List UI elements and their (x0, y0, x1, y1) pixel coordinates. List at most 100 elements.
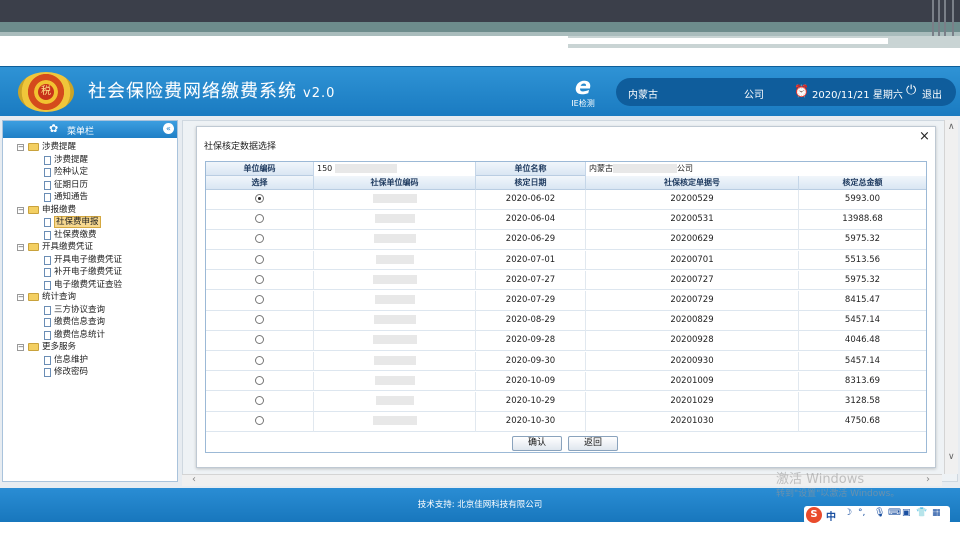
row-radio[interactable] (255, 274, 264, 284)
unit-code-cell (314, 250, 476, 271)
doc-no-cell: 20200727 (586, 270, 799, 291)
select-cell[interactable] (206, 412, 314, 432)
confirm-button[interactable]: 确认 (512, 436, 562, 451)
back-button[interactable]: 返回 (568, 436, 618, 451)
date-cell: 2020-09-28 (476, 331, 586, 352)
table-row[interactable]: 2020-09-30 20200930 5457.14 (206, 351, 926, 372)
unit-code-cell (314, 291, 476, 311)
expand-toggle-icon[interactable]: − (17, 244, 24, 251)
unit-code-cell (314, 331, 476, 352)
menu-item[interactable]: 社保费缴费 (3, 229, 177, 242)
menu-item[interactable]: 修改密码 (3, 366, 177, 379)
row-radio[interactable] (255, 194, 264, 203)
skin-icon[interactable]: 👕 (916, 508, 927, 518)
toolbox-icon[interactable]: ▣ (902, 508, 911, 518)
select-cell[interactable] (206, 250, 314, 271)
select-cell[interactable] (206, 190, 314, 210)
menu-group[interactable]: − 更多服务 (3, 341, 177, 354)
windows-activation-title: 激活 Windows (776, 472, 865, 487)
select-cell[interactable] (206, 230, 314, 251)
select-cell[interactable] (206, 392, 314, 412)
row-radio[interactable] (255, 254, 264, 264)
select-cell[interactable] (206, 291, 314, 311)
table-row[interactable]: 2020-06-02 20200529 5993.00 (206, 190, 926, 210)
grid-icon[interactable]: ▦ (932, 508, 941, 518)
table-row[interactable]: 2020-10-09 20201009 8313.69 (206, 371, 926, 392)
select-cell[interactable] (206, 351, 314, 372)
menu-item[interactable]: 开具电子缴费凭证 (3, 254, 177, 267)
menu-group[interactable]: − 申报缴费 (3, 204, 177, 217)
keyboard-icon[interactable]: ⌨ (888, 508, 901, 518)
microphone-icon[interactable]: 🎙 (874, 508, 885, 518)
scroll-right-icon[interactable]: › (926, 474, 930, 485)
ime-lang[interactable]: 中 (826, 508, 836, 523)
logout-link[interactable]: 退出 (922, 86, 942, 101)
menu-item[interactable]: 涉费提醒 (3, 154, 177, 167)
table-row[interactable]: 2020-10-30 20201030 4750.68 (206, 412, 926, 432)
table-row[interactable]: 2020-07-27 20200727 5975.32 (206, 270, 926, 291)
row-radio[interactable] (255, 214, 264, 224)
select-cell[interactable] (206, 331, 314, 352)
expand-toggle-icon[interactable]: − (17, 294, 24, 301)
menu-label: 缴费信息查询 (54, 317, 106, 327)
amount-cell: 5457.14 (844, 315, 881, 326)
menu-item[interactable]: 通知通告 (3, 191, 177, 204)
table-row[interactable]: 2020-10-29 20201029 3128.58 (206, 392, 926, 412)
menu-item[interactable]: 信息维护 (3, 354, 177, 367)
date-cell: 2020-07-01 (476, 250, 586, 271)
menu-item[interactable]: 征期日历 (3, 179, 177, 192)
select-cell[interactable] (206, 270, 314, 291)
punctuation-icon[interactable]: °, (858, 508, 865, 518)
expand-toggle-icon[interactable]: − (17, 144, 24, 151)
menu-label: 社保费申报 (54, 216, 101, 228)
menu-item[interactable]: 险种认定 (3, 166, 177, 179)
menu-group[interactable]: − 统计查询 (3, 291, 177, 304)
row-radio[interactable] (255, 295, 264, 304)
row-radio[interactable] (255, 396, 264, 405)
row-radio[interactable] (255, 375, 264, 385)
menu-item[interactable]: 社保费申报 (3, 216, 177, 229)
scroll-down-icon[interactable]: ∨ (948, 452, 955, 462)
slide-stripe (568, 38, 888, 44)
menu-item[interactable]: 缴费信息查询 (3, 316, 177, 329)
expand-toggle-icon[interactable]: − (17, 206, 24, 214)
select-cell[interactable] (206, 210, 314, 230)
menu-item[interactable]: 电子缴费凭证查验 (3, 279, 177, 292)
moon-icon[interactable]: ☽ (844, 508, 852, 518)
select-cell[interactable] (206, 311, 314, 331)
table-row[interactable]: 2020-07-29 20200729 8415.47 (206, 291, 926, 311)
row-radio[interactable] (255, 234, 264, 244)
menu-group[interactable]: − 涉费提醒 (3, 141, 177, 154)
row-radio[interactable] (255, 416, 264, 426)
menu-group[interactable]: − 开具缴费凭证 (3, 241, 177, 254)
scroll-up-icon[interactable]: ∧ (948, 122, 955, 132)
vertical-scrollbar[interactable]: ∧ ∨ (944, 120, 958, 474)
ie-check-button[interactable]: e IE检测 (566, 73, 600, 113)
dialog-button-bar: 确认 返回 (206, 434, 926, 452)
ime-toolbar[interactable]: S 中 ☽ °, 🎙 ⌨ ▣ 👕 ▦ (804, 506, 950, 524)
doc-no-cell: 20200930 (586, 351, 799, 372)
collapse-sidebar-icon[interactable]: « (163, 123, 174, 134)
sogou-logo-icon[interactable]: S (806, 507, 822, 523)
close-icon[interactable]: × (919, 129, 930, 144)
unit-code-cell (314, 412, 476, 432)
windows-activation-hint: 转到"设置"以激活 Windows。 (776, 489, 900, 499)
menu-item[interactable]: 补开电子缴费凭证 (3, 266, 177, 279)
select-cell[interactable] (206, 371, 314, 392)
table-row[interactable]: 2020-07-01 20200701 5513.56 (206, 250, 926, 271)
menu-label: 开具缴费凭证 (42, 242, 94, 252)
menu-item[interactable]: 缴费信息统计 (3, 329, 177, 342)
power-icon[interactable]: ⏻ (906, 83, 916, 98)
row-radio[interactable] (255, 335, 264, 345)
document-icon (44, 305, 51, 315)
row-radio[interactable] (255, 355, 264, 365)
menu-item[interactable]: 三方协议查询 (3, 304, 177, 317)
scroll-left-icon[interactable]: ‹ (192, 474, 196, 485)
table-row[interactable]: 2020-06-04 20200531 13988.68 (206, 210, 926, 230)
table-row[interactable]: 2020-09-28 20200928 4046.48 (206, 331, 926, 352)
table-row[interactable]: 2020-08-29 20200829 5457.14 (206, 311, 926, 331)
table-row[interactable]: 2020-06-29 20200629 5975.32 (206, 230, 926, 251)
row-radio[interactable] (255, 315, 264, 325)
amount-cell: 5975.32 (844, 234, 881, 245)
expand-toggle-icon[interactable]: − (17, 344, 24, 351)
